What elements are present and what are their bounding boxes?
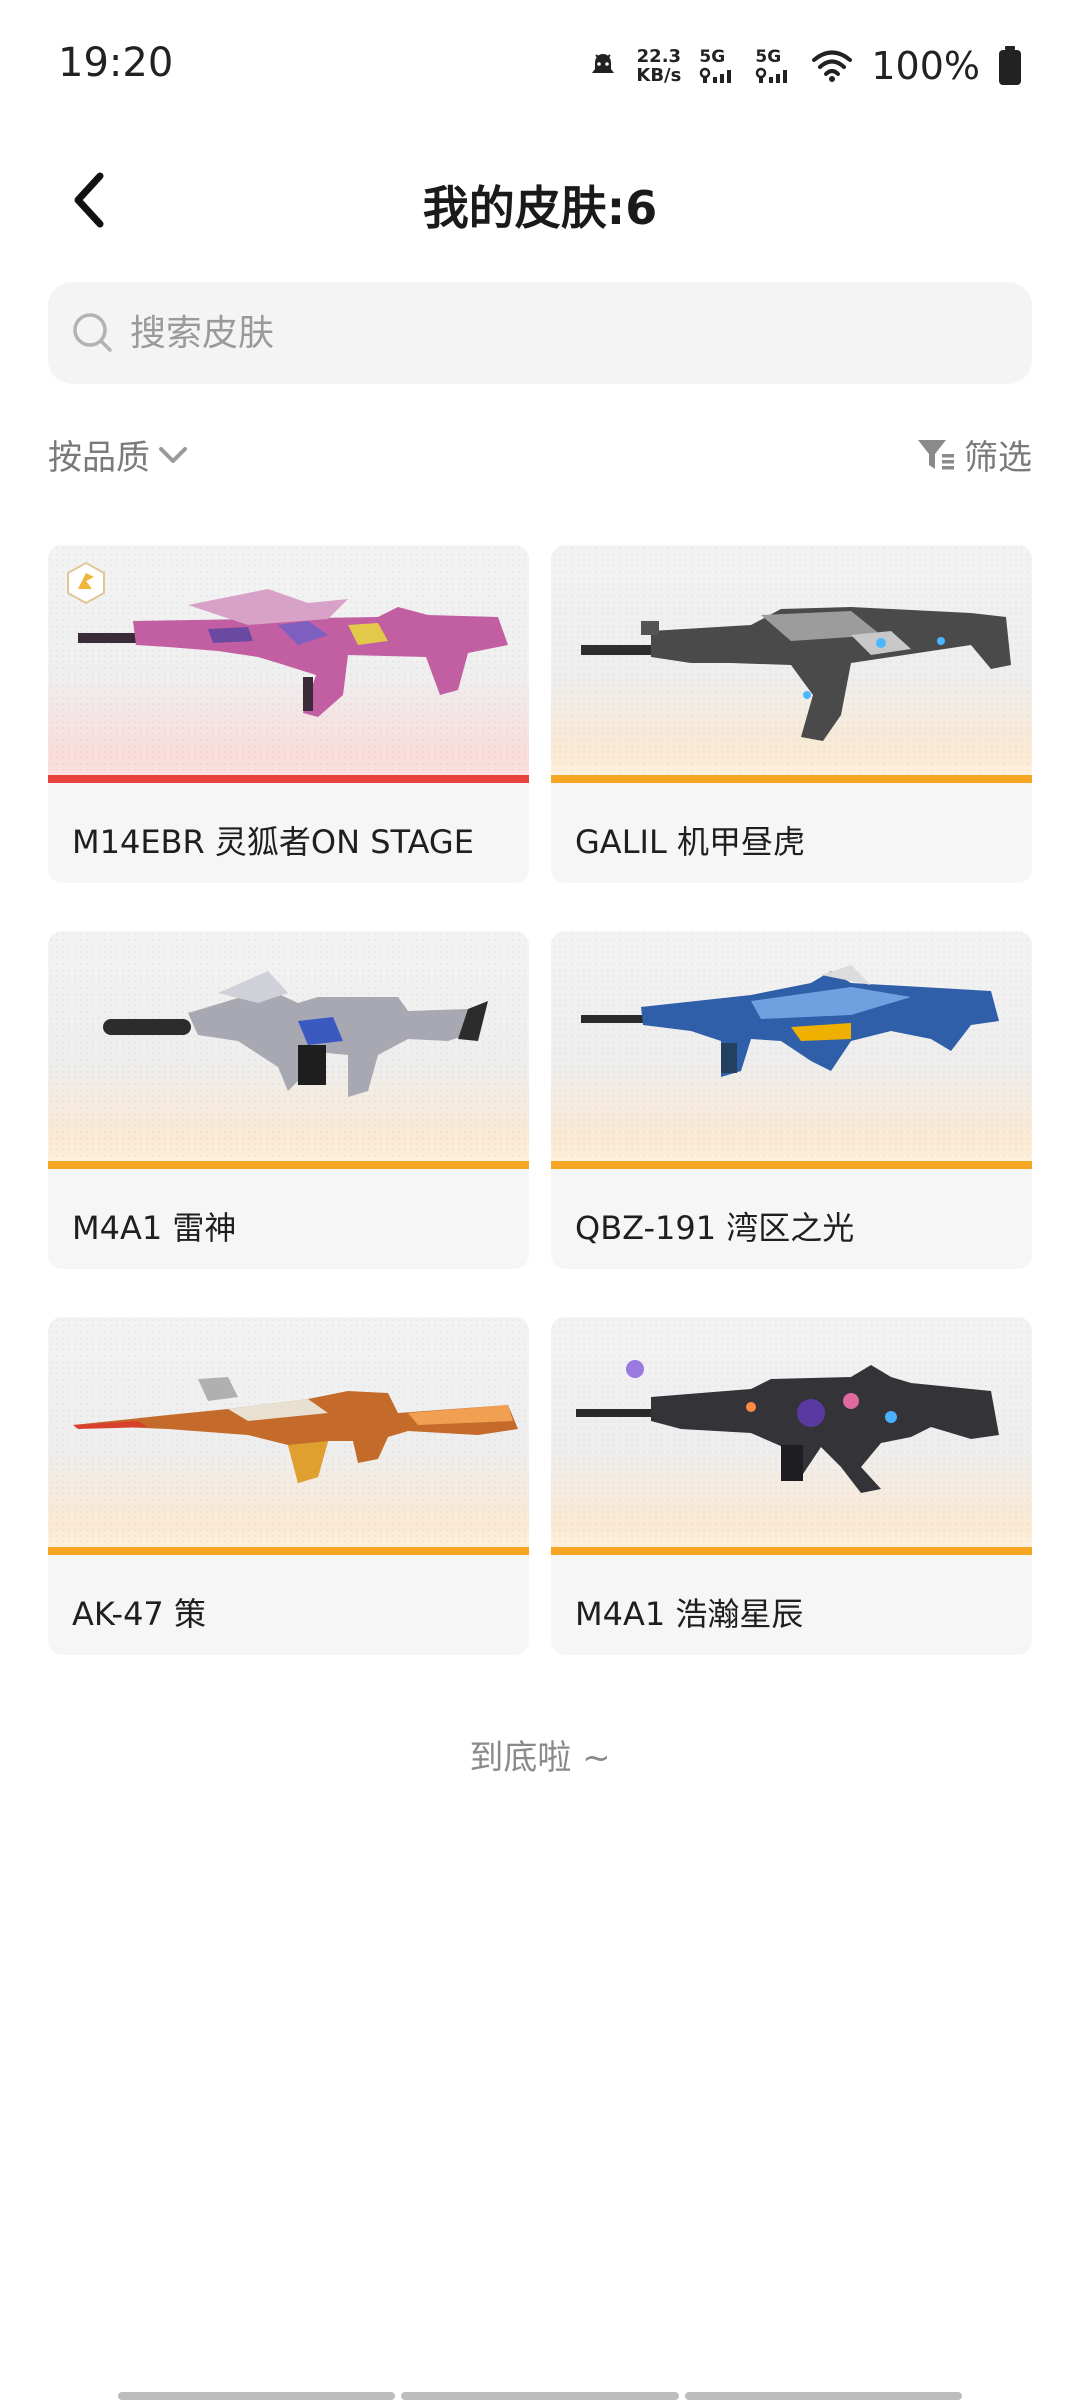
skin-name: M4A1 浩瀚星辰: [575, 1595, 804, 1633]
page-title: 我的皮肤:6: [422, 181, 658, 235]
legendary-badge-icon: [67, 561, 105, 605]
chevron-down-icon: [159, 446, 187, 463]
net-speed-value: 22.3: [636, 46, 682, 67]
skin-card[interactable]: AK-47 策: [48, 1317, 529, 1655]
quality-bar: [551, 775, 1032, 783]
net-speed: 22.3 KB/s: [636, 47, 681, 85]
rifle-image: [73, 1377, 518, 1483]
search-icon: [70, 310, 116, 356]
skin-card[interactable]: M14EBR 灵狐者ON STAGE: [48, 545, 529, 883]
skin-grid: M14EBR 灵狐者ON STAGE GALIL 机甲昼虎 M4A1 雷神 QB…: [48, 545, 1032, 1655]
skin-name: GALIL 机甲昼虎: [575, 823, 805, 861]
sim2-label: 5G: [755, 46, 782, 67]
quality-bar: [551, 1547, 1032, 1555]
rifle-image: [576, 1360, 999, 1493]
header: 我的皮肤:6: [0, 150, 1080, 250]
skin-card[interactable]: GALIL 机甲昼虎: [551, 545, 1032, 883]
wifi-icon: [811, 49, 853, 83]
filter-button[interactable]: 筛选: [916, 430, 1032, 479]
rifle-image: [581, 965, 999, 1077]
end-of-list-text: 到底啦 ~: [469, 1738, 611, 1778]
skin-image: [48, 931, 529, 1169]
search-bar[interactable]: [48, 282, 1032, 384]
gesture-bar[interactable]: [118, 2392, 962, 2400]
gesture-segment: [118, 2392, 396, 2400]
skin-name: M4A1 雷神: [72, 1209, 237, 1247]
sort-label: 按品质: [48, 438, 150, 478]
gesture-segment: [401, 2392, 679, 2400]
skin-image: [551, 931, 1032, 1169]
skin-name: M14EBR 灵狐者ON STAGE: [72, 823, 474, 861]
status-bar: 19:20 22.3 KB/s 5G 5G 100%: [0, 0, 1080, 130]
skin-image: [48, 545, 529, 783]
sort-by-quality-button[interactable]: 按品质: [48, 430, 190, 479]
skin-name: QBZ-191 湾区之光: [575, 1209, 855, 1247]
status-time: 19:20: [58, 40, 174, 86]
battery-icon: [998, 46, 1022, 86]
net-speed-unit: KB/s: [636, 65, 682, 86]
quality-bar: [48, 1161, 529, 1169]
filter-label: 筛选: [964, 438, 1032, 478]
skin-image: [551, 545, 1032, 783]
quality-bar: [551, 1161, 1032, 1169]
skin-card[interactable]: M4A1 浩瀚星辰: [551, 1317, 1032, 1655]
battery-percent: 100%: [871, 44, 980, 88]
signal-bars-icon: [700, 67, 732, 83]
skin-name: AK-47 策: [72, 1595, 206, 1633]
gesture-segment: [684, 2392, 962, 2400]
rifle-image: [581, 607, 1011, 741]
signal-bars-icon: [756, 67, 788, 83]
status-icons: 22.3 KB/s 5G 5G 100%: [588, 40, 1022, 92]
quality-bar: [48, 775, 529, 783]
sim1-signal: 5G: [699, 46, 737, 84]
skin-image: [48, 1317, 529, 1555]
skin-card[interactable]: M4A1 雷神: [48, 931, 529, 1269]
sim1-label: 5G: [699, 46, 726, 67]
sim2-signal: 5G: [755, 46, 793, 84]
filter-row: 按品质 筛选: [48, 430, 1032, 490]
skin-image: [551, 1317, 1032, 1555]
rifle-image: [103, 971, 488, 1097]
rifle-image: [78, 589, 508, 717]
search-input[interactable]: [128, 311, 1012, 355]
quality-bar: [48, 1547, 529, 1555]
skin-card[interactable]: QBZ-191 湾区之光: [551, 931, 1032, 1269]
notification-icon: [588, 51, 618, 81]
filter-icon: [918, 439, 954, 469]
